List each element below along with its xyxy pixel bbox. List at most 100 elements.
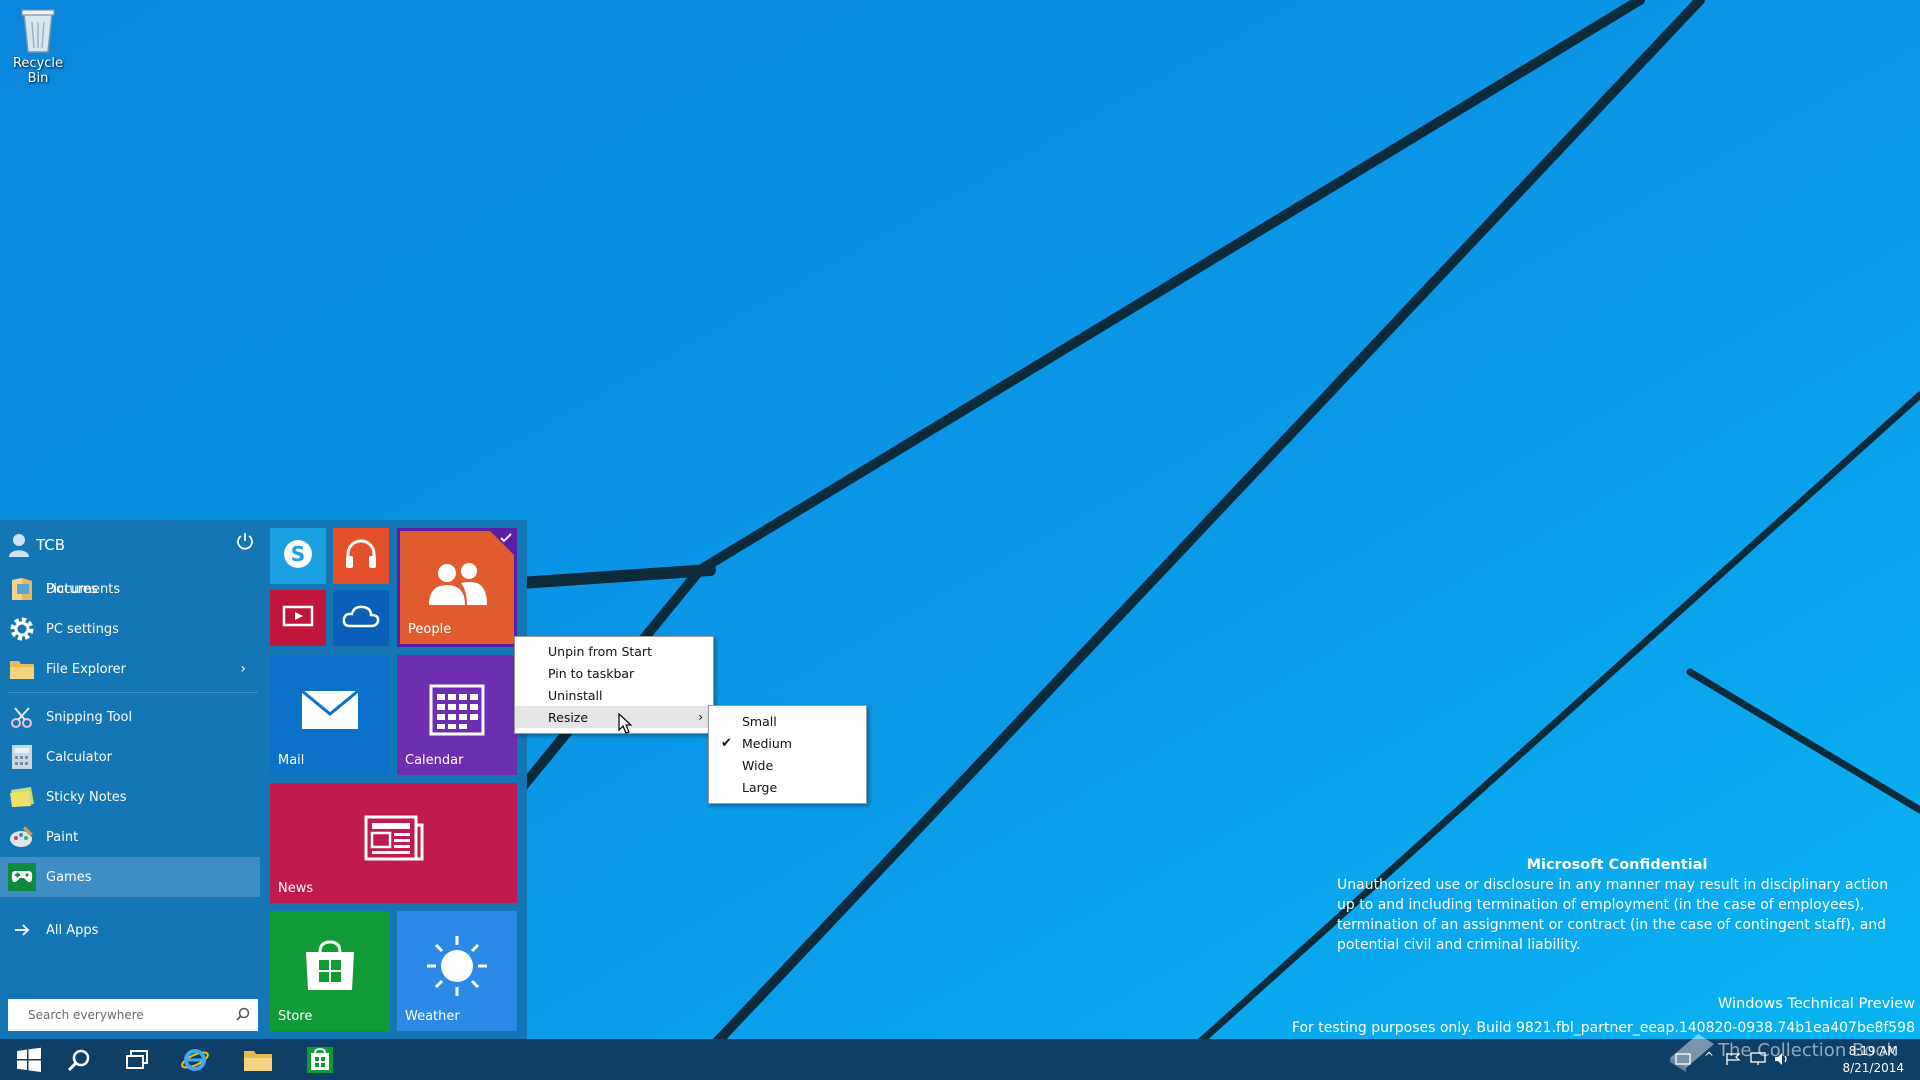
start-item-games[interactable]: Games <box>0 857 260 897</box>
start-item-label: Calculator <box>46 749 113 765</box>
tile-store[interactable]: Store <box>270 911 390 1031</box>
menu-item-label: Small <box>742 713 777 729</box>
confidential-heading: Microsoft Confidential <box>1526 857 1708 873</box>
start-item-pictures[interactable]: Pictures <box>0 569 260 609</box>
task-view-button[interactable] <box>108 1039 166 1080</box>
newspaper-icon <box>364 815 423 861</box>
calculator-icon <box>12 745 32 769</box>
headphones-icon <box>346 539 376 568</box>
pin-to-taskbar-item[interactable]: Pin to taskbar <box>515 662 713 684</box>
task-view-icon <box>126 1049 148 1069</box>
store-icon <box>307 1046 333 1073</box>
video-icon <box>282 605 314 626</box>
menu-item-label: Resize <box>548 709 589 725</box>
start-item-label: Sticky Notes <box>46 789 127 805</box>
tile-calendar[interactable]: Calendar <box>397 655 517 775</box>
start-item-label: Games <box>46 869 92 885</box>
tile-music[interactable] <box>333 528 389 584</box>
gamepad-icon <box>11 871 33 883</box>
tile-mail[interactable]: Mail <box>270 655 390 775</box>
taskbar-search-button[interactable] <box>50 1039 108 1080</box>
taskbar-store[interactable] <box>291 1039 349 1080</box>
power-button[interactable] <box>236 532 254 554</box>
arrow-right-icon <box>15 924 30 936</box>
internet-explorer-icon <box>181 1048 209 1071</box>
resize-small-item[interactable]: Small <box>709 710 866 732</box>
people-icon <box>429 562 487 605</box>
context-menu: Unpin from Start Pin to taskbar Uninstal… <box>514 636 714 734</box>
tile-news[interactable]: News <box>270 783 517 903</box>
all-apps-label: All Apps <box>46 922 99 938</box>
edition-label: Windows Technical Preview <box>1718 996 1915 1012</box>
tile-label: News <box>278 881 314 896</box>
start-item-pc-settings[interactable]: PC settings <box>0 609 260 649</box>
book-logo-icon <box>1670 1034 1714 1072</box>
brand-overlay-text: The Collection Book <box>1718 1039 1897 1061</box>
submenu-arrow-icon: › <box>698 710 703 724</box>
user-account[interactable]: TCB <box>8 530 258 560</box>
folder-icon <box>244 1050 272 1071</box>
tile-video[interactable] <box>270 590 326 646</box>
start-item-snipping-tool[interactable]: Snipping Tool <box>0 697 260 737</box>
windows-logo-icon <box>17 1047 41 1072</box>
menu-item-label: Large <box>742 779 778 795</box>
menu-item-label: Unpin from Start <box>548 643 652 659</box>
start-item-file-explorer[interactable]: File Explorer › <box>0 649 260 689</box>
taskbar-internet-explorer[interactable] <box>166 1039 224 1080</box>
chevron-right-icon[interactable]: › <box>240 661 246 677</box>
file-explorer-icon <box>10 661 34 679</box>
paint-palette-icon <box>10 826 33 847</box>
tile-label: Weather <box>405 1009 460 1024</box>
resize-item[interactable]: Resize › <box>515 706 713 728</box>
recycle-bin-label: Recycle Bin <box>12 56 64 86</box>
start-item-label: PC settings <box>46 621 119 637</box>
start-menu-left-column: TCB Documents Pictures PC settings File … <box>0 520 262 1039</box>
skype-icon: S <box>284 539 312 568</box>
sticky-note-icon <box>10 787 34 807</box>
start-item-label: Snipping Tool <box>46 709 133 725</box>
search-placeholder: Search everywhere <box>28 1008 144 1022</box>
brand-overlay: The Collection Book <box>1668 1028 1897 1072</box>
search-icon[interactable] <box>236 1007 250 1021</box>
tile-people[interactable]: People <box>397 528 517 647</box>
pictures-folder-icon <box>12 578 32 600</box>
resize-large-item[interactable]: Large <box>709 776 866 798</box>
mouse-cursor-icon <box>618 713 632 734</box>
start-item-calculator[interactable]: Calculator <box>0 737 260 777</box>
menu-item-label: Wide <box>742 757 774 773</box>
tile-skype[interactable]: S <box>270 528 326 584</box>
recycle-bin[interactable]: Recycle Bin <box>4 4 72 86</box>
resize-medium-item[interactable]: ✔ Medium <box>709 732 866 754</box>
tile-weather[interactable]: Weather <box>397 911 517 1031</box>
checkmark-icon: ✔ <box>721 735 732 751</box>
uninstall-item[interactable]: Uninstall <box>515 684 713 706</box>
svg-text:S: S <box>291 542 305 566</box>
taskbar-file-explorer[interactable] <box>229 1039 287 1080</box>
menu-item-label: Medium <box>742 735 792 751</box>
tile-onedrive[interactable] <box>333 590 389 646</box>
tile-label: Mail <box>278 753 305 768</box>
tile-label: People <box>408 622 452 637</box>
search-box[interactable]: Search everywhere <box>8 999 258 1031</box>
taskbar: ^ 8:19 AM 8/21/2014 <box>0 1039 1920 1080</box>
recycle-bin-icon <box>21 9 55 53</box>
start-menu: TCB Documents Pictures PC settings File … <box>0 520 527 1039</box>
cloud-icon <box>342 605 380 627</box>
start-item-sticky-notes[interactable]: Sticky Notes <box>0 777 260 817</box>
divider <box>8 692 258 693</box>
user-name: TCB <box>36 536 66 554</box>
start-item-label: Pictures <box>46 581 98 597</box>
gear-icon <box>10 617 34 641</box>
unpin-from-start-item[interactable]: Unpin from Start <box>515 640 713 662</box>
confidential-body: Unauthorized use or disclosure in any ma… <box>1337 877 1889 953</box>
user-avatar-icon <box>9 534 29 557</box>
sun-icon <box>427 936 487 997</box>
start-item-paint[interactable]: Paint <box>0 817 260 857</box>
power-icon <box>237 533 253 550</box>
resize-wide-item[interactable]: Wide <box>709 754 866 776</box>
checkmark-icon <box>500 533 512 543</box>
scissors-icon <box>11 707 32 728</box>
tile-label: Store <box>278 1009 313 1024</box>
search-icon <box>67 1049 90 1071</box>
all-apps-button[interactable]: All Apps <box>0 910 260 950</box>
